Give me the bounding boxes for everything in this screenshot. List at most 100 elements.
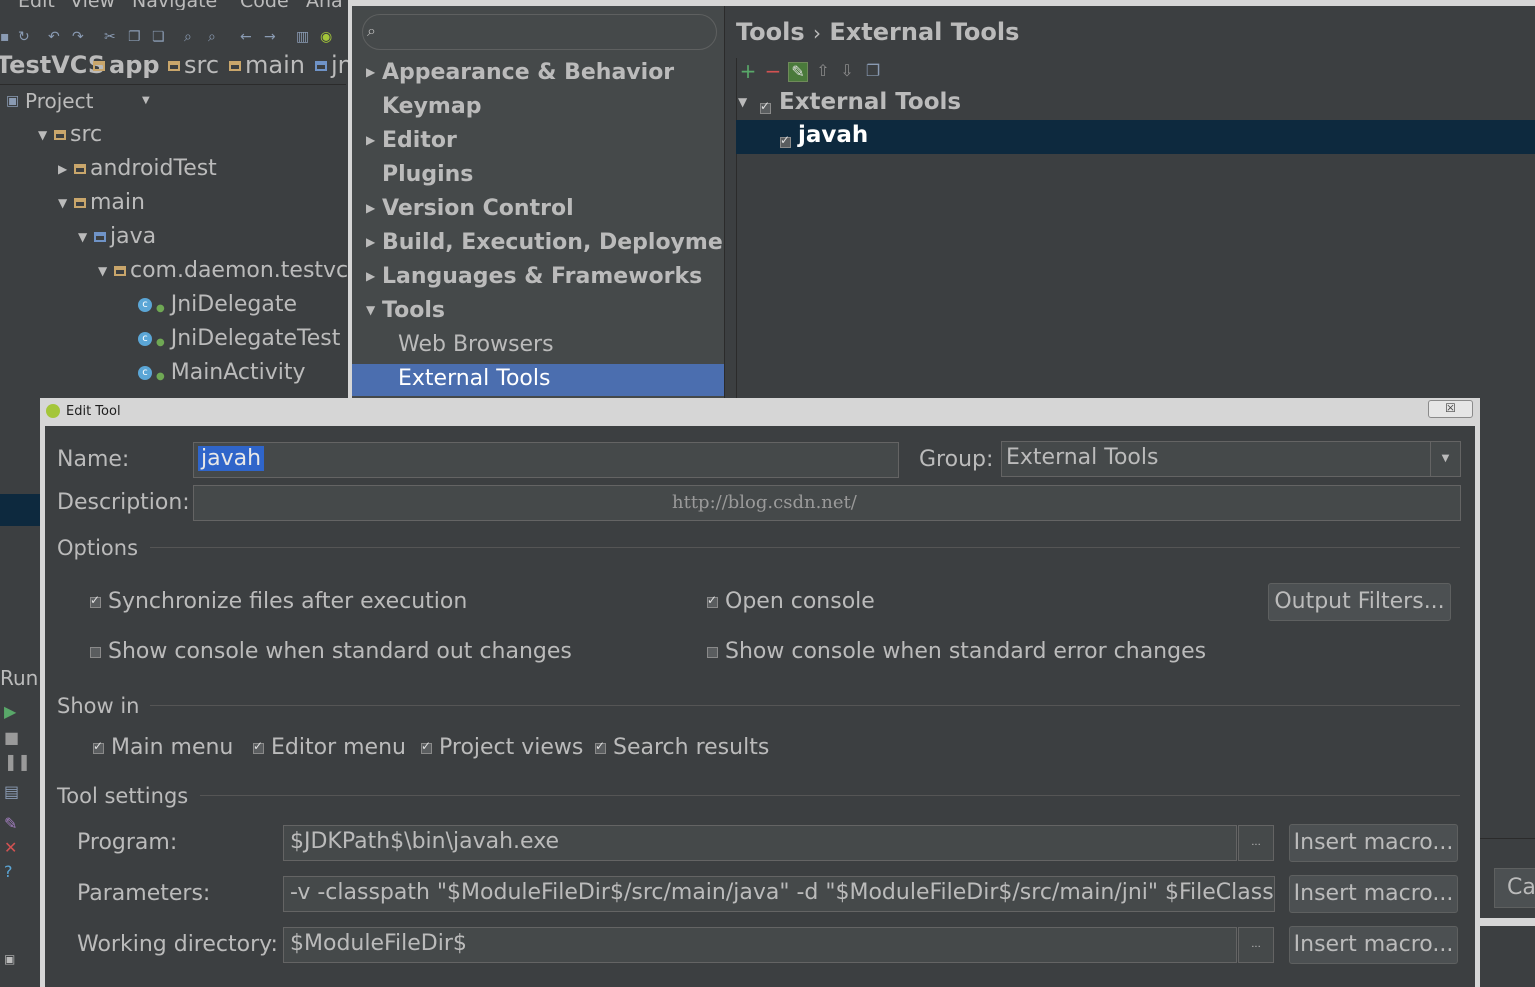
checkbox-icon[interactable]: [90, 593, 101, 608]
show-in-search-results-checkbox[interactable]: Search results: [595, 735, 769, 760]
settings-nav-tools[interactable]: ▼ Tools: [352, 296, 724, 330]
tree-item-androidtest[interactable]: ▶ androidTest: [58, 156, 217, 188]
undo-icon[interactable]: ↶: [48, 30, 62, 44]
remove-icon[interactable]: −: [764, 61, 782, 81]
collapsed-arrow-icon[interactable]: ▶: [366, 235, 375, 249]
run-icon[interactable]: ▶: [4, 702, 16, 721]
show-in-editor-menu-checkbox[interactable]: Editor menu: [253, 735, 406, 760]
make-icon[interactable]: ▥: [296, 30, 310, 44]
program-input[interactable]: $JDKPath$\bin\javah.exe: [283, 825, 1237, 861]
name-input[interactable]: javah: [193, 442, 899, 478]
settings-splitter[interactable]: [724, 6, 736, 400]
expanded-arrow-icon[interactable]: ▼: [58, 196, 74, 210]
run-tab-label[interactable]: Run: [0, 666, 40, 690]
settings-nav-editor[interactable]: ▶ Editor: [352, 126, 724, 160]
sync-files-checkbox[interactable]: Synchronize files after execution: [90, 589, 467, 614]
back-icon[interactable]: ←: [240, 30, 254, 44]
cut-icon[interactable]: ✂: [104, 30, 118, 44]
chevron-down-icon[interactable]: ▼: [1430, 442, 1460, 476]
tree-item-java[interactable]: ▼ java: [78, 224, 156, 256]
checkbox-icon[interactable]: [707, 593, 718, 608]
breadcrumb-src[interactable]: src: [168, 51, 219, 79]
tool-checkbox[interactable]: [780, 129, 791, 155]
project-view-selector[interactable]: Project: [25, 89, 93, 113]
tool-row-javah[interactable]: javah: [736, 120, 1535, 154]
move-up-icon[interactable]: ⇧: [814, 62, 832, 80]
paste-icon[interactable]: ❏: [152, 30, 166, 44]
settings-nav-languages[interactable]: ▶ Languages & Frameworks: [352, 262, 724, 296]
edit-icon[interactable]: ✎: [788, 62, 808, 82]
show-in-project-views-checkbox[interactable]: Project views: [421, 735, 583, 760]
expanded-arrow-icon[interactable]: ▼: [738, 95, 747, 109]
menu-code[interactable]: Code: [240, 0, 289, 10]
tree-item-class[interactable]: c ● JniDelegateTest: [138, 326, 340, 358]
working-directory-input[interactable]: $ModuleFileDir$: [283, 927, 1237, 963]
forward-icon[interactable]: →: [264, 30, 278, 44]
stop-icon[interactable]: ■: [4, 728, 19, 747]
checkbox-icon[interactable]: [421, 739, 432, 754]
settings-nav-version-control[interactable]: ▶ Version Control: [352, 194, 724, 228]
menu-view[interactable]: View: [70, 0, 115, 10]
expanded-arrow-icon[interactable]: ▼: [366, 303, 375, 317]
menu-edit[interactable]: Edit: [18, 0, 55, 10]
working-directory-insert-macro-button[interactable]: Insert macro...: [1289, 926, 1458, 964]
program-insert-macro-button[interactable]: Insert macro...: [1289, 824, 1458, 862]
settings-nav-external-tools[interactable]: External Tools: [352, 364, 724, 396]
collapsed-arrow-icon[interactable]: ▶: [366, 65, 375, 79]
copy-icon[interactable]: ❐: [864, 62, 882, 80]
checkbox-icon[interactable]: [595, 739, 606, 754]
pin-icon[interactable]: ✎: [4, 814, 17, 833]
parameters-input[interactable]: -v -classpath "$ModuleFileDir$/src/main/…: [283, 876, 1275, 912]
working-directory-browse-button[interactable]: ...: [1238, 927, 1274, 963]
checkbox-icon[interactable]: [253, 739, 264, 754]
checkbox-icon[interactable]: [90, 646, 101, 658]
terminal-icon[interactable]: ▣: [4, 952, 15, 966]
settings-nav-web-browsers[interactable]: Web Browsers: [352, 330, 724, 364]
pause-icon[interactable]: ❚❚: [4, 752, 31, 771]
close-icon[interactable]: ✕: [4, 838, 17, 857]
group-combobox[interactable]: External Tools ▼: [1001, 441, 1461, 477]
checkbox-icon[interactable]: [707, 646, 718, 658]
settings-search-input[interactable]: ⌕: [362, 14, 717, 50]
redo-icon[interactable]: ↷: [72, 30, 86, 44]
replace-icon[interactable]: ⌕: [208, 30, 222, 44]
close-button[interactable]: ☒: [1428, 400, 1473, 418]
breadcrumb-project[interactable]: TestVCS: [0, 51, 105, 79]
collapsed-arrow-icon[interactable]: ▶: [366, 133, 375, 147]
layout-icon[interactable]: ▤: [4, 782, 19, 801]
breadcrumb-main[interactable]: main: [229, 51, 305, 79]
settings-nav-appearance[interactable]: ▶ Appearance & Behavior: [352, 58, 724, 92]
expanded-arrow-icon[interactable]: ▼: [98, 264, 114, 278]
tree-item-main[interactable]: ▼ main: [58, 190, 145, 222]
settings-nav-keymap[interactable]: Keymap: [352, 92, 724, 126]
sync-icon[interactable]: ↻: [18, 30, 32, 44]
breadcrumb-app[interactable]: app: [93, 51, 160, 79]
parameters-insert-macro-button[interactable]: Insert macro...: [1289, 875, 1458, 913]
collapsed-arrow-icon[interactable]: ▶: [366, 269, 375, 283]
save-icon[interactable]: ▪: [0, 30, 14, 44]
add-icon[interactable]: +: [739, 61, 757, 81]
help-icon[interactable]: ?: [4, 862, 13, 881]
show-console-stdout-checkbox[interactable]: Show console when standard out changes: [90, 639, 572, 664]
find-icon[interactable]: ⌕: [184, 30, 198, 44]
expanded-arrow-icon[interactable]: ▼: [38, 128, 54, 142]
collapsed-arrow-icon[interactable]: ▶: [58, 162, 74, 176]
program-browse-button[interactable]: ...: [1238, 825, 1274, 861]
move-down-icon[interactable]: ⇩: [838, 62, 856, 80]
tree-item-package[interactable]: ▼ com.daemon.testvcs: [98, 258, 360, 290]
show-in-main-menu-checkbox[interactable]: Main menu: [93, 735, 233, 760]
tree-item-class[interactable]: c ● MainActivity: [138, 360, 306, 392]
settings-nav-plugins[interactable]: Plugins: [352, 160, 724, 194]
tree-item-class[interactable]: c ● JniDelegate: [138, 292, 297, 324]
output-filters-button[interactable]: Output Filters...: [1268, 583, 1451, 621]
collapsed-arrow-icon[interactable]: ▶: [366, 201, 375, 215]
tree-item-src[interactable]: ▼ src: [38, 122, 102, 154]
menu-analyze[interactable]: Ana: [306, 0, 343, 10]
settings-nav-build[interactable]: ▶ Build, Execution, Deployment: [352, 228, 749, 262]
show-console-stderr-checkbox[interactable]: Show console when standard error changes: [707, 639, 1206, 664]
dialog-titlebar[interactable]: [40, 398, 1480, 426]
checkbox-icon[interactable]: [93, 739, 104, 754]
tool-group-row[interactable]: ▼ External Tools: [736, 87, 1535, 121]
menu-navigate[interactable]: Navigate: [132, 0, 217, 10]
group-checkbox[interactable]: [760, 95, 771, 121]
